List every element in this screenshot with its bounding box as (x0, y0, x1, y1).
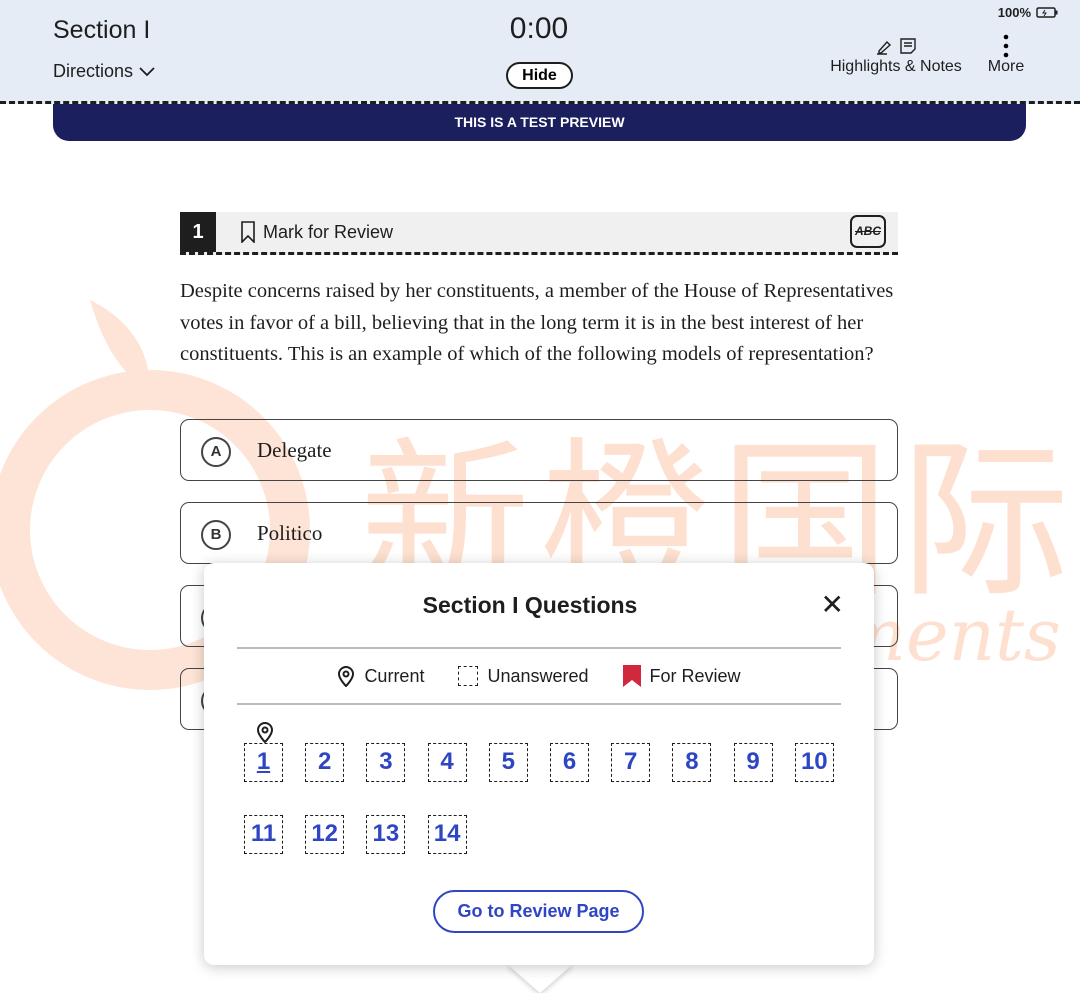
hide-timer-button[interactable]: Hide (506, 62, 573, 89)
question-nav-13[interactable]: 13 (366, 815, 406, 854)
chevron-down-icon (139, 66, 155, 76)
question-navigator-popup: Section I Questions ✕ Current Unanswered… (204, 563, 874, 965)
more-label: More (987, 58, 1025, 75)
top-bar: Section I Directions 0:00 Hide 100% High… (0, 0, 1080, 104)
dashed-box-icon (458, 666, 479, 686)
option-text: Delegate (257, 438, 332, 462)
answer-eliminator-button[interactable]: ABC (850, 215, 886, 248)
option-letter: B (201, 520, 231, 550)
question-text: Despite concerns raised by her constitue… (180, 280, 894, 365)
legend-current: Current (337, 665, 424, 687)
question-nav-11[interactable]: 11 (244, 815, 283, 854)
abc-label: ABC (855, 224, 881, 238)
test-preview-banner: THIS IS A TEST PREVIEW (53, 104, 1026, 141)
go-to-review-page-button[interactable]: Go to Review Page (433, 890, 644, 933)
directions-toggle[interactable]: Directions (53, 61, 155, 82)
legend-unanswered-label: Unanswered (487, 665, 589, 686)
location-pin-icon (338, 666, 355, 687)
question-nav-8[interactable]: 8 (672, 743, 712, 782)
option-letter: A (201, 437, 231, 467)
bookmark-filled-icon (622, 665, 641, 687)
question-number: 1 (180, 212, 216, 252)
question-nav-5[interactable]: 5 (488, 743, 528, 782)
battery-icon (1036, 7, 1058, 18)
option-a[interactable]: A Delegate (180, 419, 898, 481)
divider (237, 703, 841, 705)
directions-label: Directions (53, 61, 134, 81)
highlights-label: Highlights & Notes (830, 58, 962, 75)
highlighter-icon (877, 40, 892, 55)
question-nav-4[interactable]: 4 (427, 743, 467, 782)
bookmark-icon (241, 221, 255, 243)
question-nav-1[interactable]: 1 (244, 743, 283, 782)
question-nav-10[interactable]: 10 (794, 743, 834, 782)
question-nav-3[interactable]: 3 (366, 743, 406, 782)
option-b[interactable]: B Politico (180, 502, 898, 564)
popup-pointer (506, 963, 574, 993)
question-nav-12[interactable]: 12 (305, 815, 345, 854)
kebab-icon (1003, 34, 1009, 58)
battery-percent: 100% (997, 5, 1031, 20)
close-icon[interactable]: ✕ (821, 591, 844, 619)
option-text: Politico (257, 521, 323, 545)
divider (237, 647, 841, 649)
popup-title: Section I Questions (422, 592, 638, 618)
current-location-pin-icon (256, 722, 274, 743)
legend-current-label: Current (364, 665, 425, 686)
question-nav-6[interactable]: 6 (550, 743, 589, 782)
mark-for-review-button[interactable]: Mark for Review (240, 221, 393, 243)
question-nav-7[interactable]: 7 (611, 743, 651, 782)
highlights-notes-button[interactable]: Highlights & Notes (826, 34, 966, 76)
legend-unanswered: Unanswered (458, 665, 589, 687)
battery-status: 100% (998, 5, 1058, 20)
question-nav-14[interactable]: 14 (427, 815, 467, 854)
question-nav-2[interactable]: 2 (305, 743, 345, 782)
question-header: 1 Mark for Review ABC (180, 212, 898, 255)
legend-review-label: For Review (649, 665, 741, 686)
question-nav-9[interactable]: 9 (733, 743, 773, 782)
legend-review: For Review (622, 665, 741, 687)
mark-label: Mark for Review (263, 221, 394, 242)
note-icon (900, 38, 916, 54)
more-menu-button[interactable]: More (985, 34, 1027, 76)
legend: Current Unanswered For Review (204, 665, 874, 687)
